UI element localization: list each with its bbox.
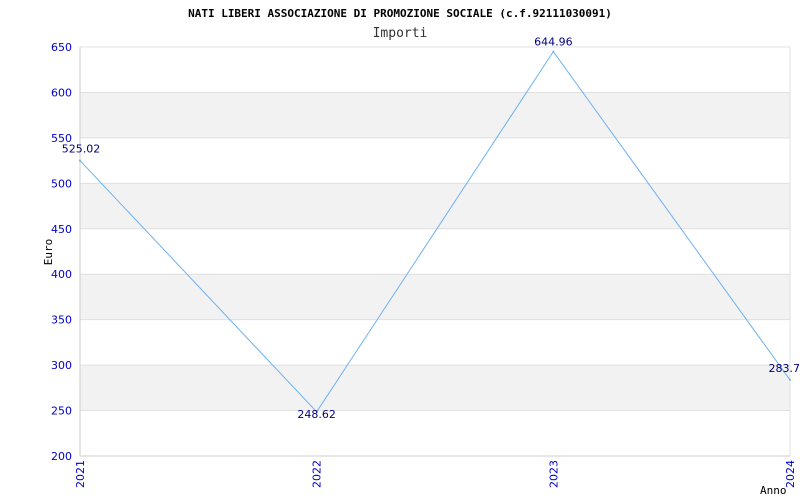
data-label: 283.7 xyxy=(769,362,800,375)
chart-title: NATI LIBERI ASSOCIAZIONE DI PROMOZIONE S… xyxy=(188,7,612,20)
chart-subtitle: Importi xyxy=(373,26,428,41)
grid-band xyxy=(80,92,790,138)
x-axis-ticks: 2021 2022 2023 2024 xyxy=(74,460,797,488)
y-tick-label: 200 xyxy=(51,450,72,463)
y-tick-label: 250 xyxy=(51,405,72,418)
data-point xyxy=(789,378,791,381)
y-tick-label: 600 xyxy=(51,86,72,99)
line-chart: NATI LIBERI ASSOCIAZIONE DI PROMOZIONE S… xyxy=(42,7,800,497)
grid-band xyxy=(80,183,790,229)
x-tick-label: 2021 xyxy=(74,460,87,488)
y-tick-label: 650 xyxy=(51,41,72,54)
y-axis-label: Euro xyxy=(42,239,55,266)
y-tick-label: 350 xyxy=(51,314,72,327)
data-label: 525.02 xyxy=(62,143,101,156)
y-tick-label: 450 xyxy=(51,223,72,236)
y-tick-label: 300 xyxy=(51,359,72,372)
grid-bands xyxy=(80,92,790,411)
data-label: 644.96 xyxy=(534,36,573,49)
y-tick-label: 400 xyxy=(51,268,72,281)
x-tick-label: 2023 xyxy=(547,460,560,488)
data-label: 248.62 xyxy=(297,408,336,421)
x-tick-label: 2022 xyxy=(311,460,324,488)
x-axis-label: Anno xyxy=(760,484,787,497)
grid-band xyxy=(80,274,790,320)
y-tick-label: 500 xyxy=(51,177,72,190)
data-point xyxy=(79,159,81,162)
data-point xyxy=(552,50,555,53)
grid-band xyxy=(80,365,790,411)
